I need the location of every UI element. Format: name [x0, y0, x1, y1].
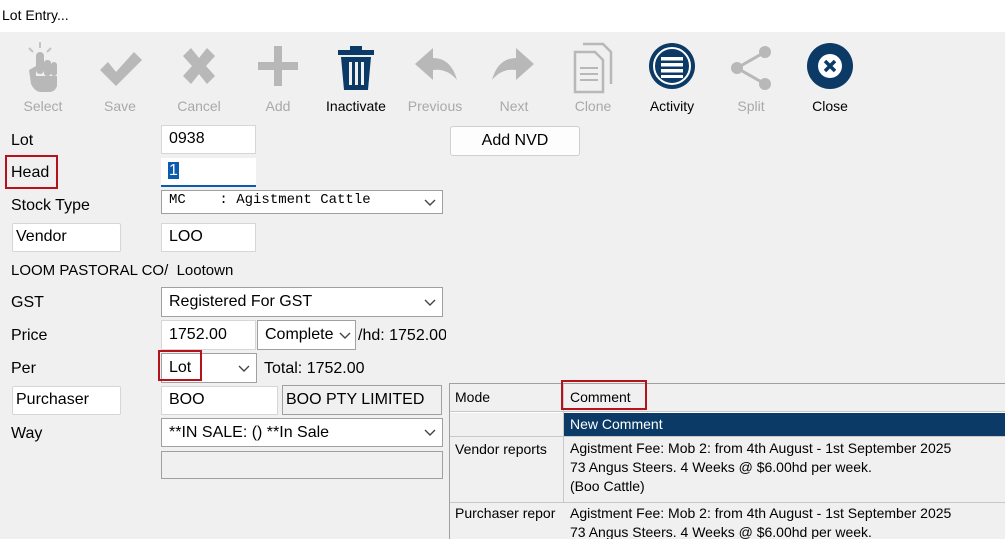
- cancel-label: Cancel: [177, 98, 221, 114]
- head-label: Head: [11, 164, 50, 181]
- select-button[interactable]: Select: [3, 40, 83, 120]
- chevron-down-icon: [238, 365, 250, 372]
- vendor-mode-text: Vendor reports: [455, 441, 547, 457]
- purchaser-code-input[interactable]: BOO: [161, 386, 278, 415]
- activity-button[interactable]: Activity: [632, 40, 712, 120]
- way-select[interactable]: **IN SALE: () **In Sale: [161, 418, 443, 447]
- split-button[interactable]: Split: [711, 40, 791, 120]
- stock-type-value: MC : Agistment Cattle: [169, 192, 371, 208]
- clone-label: Clone: [574, 98, 612, 114]
- close-label: Close: [812, 98, 848, 114]
- price-label: Price: [11, 327, 48, 344]
- add-button[interactable]: Add: [238, 40, 318, 120]
- stock-type-label: Stock Type: [11, 197, 90, 214]
- total-text: Total: 1752.00: [264, 360, 365, 377]
- per-label: Per: [11, 360, 36, 377]
- arrow-left-icon: [415, 48, 457, 80]
- inactivate-button[interactable]: Inactivate: [316, 40, 396, 120]
- head-input[interactable]: 1: [161, 158, 256, 187]
- per-highlight: [158, 350, 202, 381]
- add-nvd-button[interactable]: Add NVD: [450, 126, 580, 156]
- chevron-down-icon: [339, 332, 351, 339]
- vendor-comment-line-3: (Boo Cattle): [570, 478, 645, 494]
- vendor-comment-line-1: Agistment Fee: Mob 2: from 4th August - …: [570, 440, 952, 456]
- close-button[interactable]: Close: [790, 40, 870, 120]
- list-icon: [649, 43, 695, 89]
- gst-value: Registered For GST: [169, 293, 313, 310]
- lot-input[interactable]: 0938: [161, 125, 256, 154]
- vendor-button[interactable]: Vendor: [12, 223, 121, 252]
- gst-label: GST: [11, 294, 44, 311]
- arrow-right-icon: [492, 48, 534, 80]
- header-mode[interactable]: Mode: [455, 388, 490, 407]
- purchaser-comment-line-2: 73 Angus Steers. 4 Weeks @ $6.00hd per w…: [570, 524, 872, 539]
- purchaser-name-field: BOO PTY LIMITED: [282, 385, 442, 415]
- trash-icon: [338, 46, 374, 90]
- way-label: Way: [11, 425, 43, 442]
- purchaser-comment-line-1: Agistment Fee: Mob 2: from 4th August - …: [570, 505, 952, 521]
- chevron-down-icon: [424, 299, 436, 306]
- checkmark-icon: [100, 52, 142, 86]
- lot-label: Lot: [11, 132, 34, 149]
- split-label: Split: [737, 98, 765, 114]
- comments-grid[interactable]: Mode Comment New Comment Vendor reports …: [449, 383, 1005, 539]
- purchaser-mode-text: Purchaser repor: [455, 505, 556, 521]
- way-extra-field: [161, 451, 443, 479]
- activity-label: Activity: [649, 98, 695, 114]
- x-icon: [183, 48, 215, 84]
- price-mode-select[interactable]: Complete: [257, 320, 356, 350]
- hand-pointer-icon: [28, 42, 57, 92]
- per-head-price: /hd: 1752.00: [358, 327, 446, 344]
- price-mode-value: Complete: [265, 326, 334, 343]
- vendor-code-input[interactable]: LOO: [161, 223, 256, 252]
- grid-header: [450, 384, 1005, 412]
- next-label: Next: [499, 98, 529, 114]
- row-header-spacer: [450, 413, 563, 436]
- previous-button[interactable]: Previous: [395, 40, 475, 120]
- gst-select[interactable]: Registered For GST: [161, 287, 443, 317]
- plus-icon: [258, 46, 298, 86]
- document-copy-icon: [573, 42, 613, 94]
- save-label: Save: [104, 98, 136, 114]
- purchaser-button[interactable]: Purchaser: [12, 386, 121, 415]
- chevron-down-icon: [424, 429, 436, 436]
- head-input-selected-text: 1: [168, 162, 179, 179]
- close-icon: [807, 43, 853, 89]
- vendor-name: LOOM PASTORAL CO/ Lootown: [11, 262, 234, 279]
- chevron-down-icon: [424, 199, 436, 206]
- price-input[interactable]: 1752.00: [161, 320, 256, 350]
- comment-header-highlight: [561, 380, 647, 410]
- title-bar: Lot Entry...: [0, 0, 1005, 32]
- share-icon: [731, 46, 771, 90]
- add-label: Add: [265, 98, 291, 114]
- new-comment-label: New Comment: [570, 416, 663, 432]
- previous-label: Previous: [407, 98, 463, 114]
- save-button[interactable]: Save: [80, 40, 160, 120]
- clone-button[interactable]: Clone: [553, 40, 633, 120]
- cancel-button[interactable]: Cancel: [159, 40, 239, 120]
- vendor-comment-line-2: 73 Angus Steers. 4 Weeks @ $6.00hd per w…: [570, 459, 872, 475]
- select-label: Select: [23, 98, 63, 114]
- next-button[interactable]: Next: [474, 40, 554, 120]
- way-value: **IN SALE: () **In Sale: [169, 424, 330, 441]
- stock-type-select[interactable]: MC : Agistment Cattle: [161, 190, 443, 214]
- window-title: Lot Entry...: [2, 7, 69, 23]
- inactivate-label: Inactivate: [326, 98, 386, 114]
